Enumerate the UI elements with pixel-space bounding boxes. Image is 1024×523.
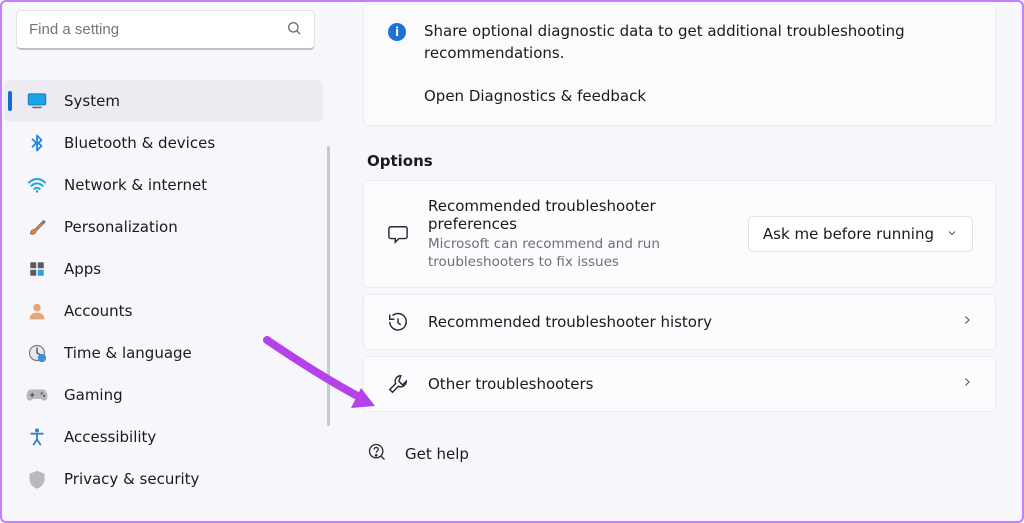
- info-icon: i: [388, 23, 406, 41]
- settings-nav: System Bluetooth & devices Network & int…: [2, 60, 329, 500]
- nav-label: Network & internet: [64, 176, 207, 194]
- chevron-right-icon: [961, 374, 973, 393]
- settings-sidebar: System Bluetooth & devices Network & int…: [2, 2, 329, 521]
- nav-label: Privacy & security: [64, 470, 199, 488]
- troubleshoot-main: i Share optional diagnostic data to get …: [329, 2, 1022, 521]
- card-title: Recommended troubleshooter preferences: [428, 197, 748, 233]
- nav-label: Bluetooth & devices: [64, 134, 215, 152]
- search-input[interactable]: [29, 21, 286, 38]
- gamepad-icon: [26, 384, 48, 406]
- nav-network[interactable]: Network & internet: [4, 164, 323, 206]
- wifi-icon: [26, 174, 48, 196]
- card-title: Other troubleshooters: [428, 375, 961, 393]
- accounts-icon: [26, 300, 48, 322]
- system-icon: [26, 90, 48, 112]
- banner-text: Share optional diagnostic data to get ad…: [424, 21, 971, 65]
- nav-label: Gaming: [64, 386, 123, 404]
- card-subtitle: Microsoft can recommend and run troubles…: [428, 235, 748, 271]
- accessibility-icon: [26, 426, 48, 448]
- nav-label: Personalization: [64, 218, 178, 236]
- nav-bluetooth[interactable]: Bluetooth & devices: [4, 122, 323, 164]
- nav-system[interactable]: System: [4, 80, 323, 122]
- shield-icon: [26, 468, 48, 490]
- nav-label: Apps: [64, 260, 101, 278]
- chevron-down-icon: [946, 225, 958, 243]
- paintbrush-icon: [26, 216, 48, 238]
- get-help-link[interactable]: Get help: [367, 442, 996, 466]
- settings-search[interactable]: [16, 10, 315, 50]
- nav-label: Accounts: [64, 302, 132, 320]
- nav-accounts[interactable]: Accounts: [4, 290, 323, 332]
- get-help-label: Get help: [405, 445, 469, 463]
- nav-accessibility[interactable]: Accessibility: [4, 416, 323, 458]
- nav-label: Accessibility: [64, 428, 156, 446]
- nav-personalization[interactable]: Personalization: [4, 206, 323, 248]
- chat-icon: [386, 224, 410, 244]
- clock-globe-icon: [26, 342, 48, 364]
- options-heading: Options: [367, 152, 996, 170]
- search-icon: [286, 20, 302, 40]
- chevron-right-icon: [961, 312, 973, 331]
- nav-gaming[interactable]: Gaming: [4, 374, 323, 416]
- nav-apps[interactable]: Apps: [4, 248, 323, 290]
- card-troubleshooter-prefs[interactable]: Recommended troubleshooter preferences M…: [363, 180, 996, 288]
- bluetooth-icon: [26, 132, 48, 154]
- prefs-select[interactable]: Ask me before running: [748, 216, 973, 252]
- nav-label: System: [64, 92, 120, 110]
- card-title: Recommended troubleshooter history: [428, 313, 961, 331]
- nav-time-language[interactable]: Time & language: [4, 332, 323, 374]
- wrench-icon: [386, 373, 410, 395]
- card-other-troubleshooters[interactable]: Other troubleshooters: [363, 356, 996, 412]
- history-icon: [386, 311, 410, 333]
- select-value: Ask me before running: [763, 225, 934, 243]
- diagnostic-banner: i Share optional diagnostic data to get …: [363, 4, 996, 126]
- card-troubleshooter-history[interactable]: Recommended troubleshooter history: [363, 294, 996, 350]
- apps-icon: [26, 258, 48, 280]
- help-icon: [367, 442, 387, 466]
- nav-label: Time & language: [64, 344, 192, 362]
- open-diagnostics-link[interactable]: Open Diagnostics & feedback: [424, 87, 971, 105]
- nav-privacy[interactable]: Privacy & security: [4, 458, 323, 500]
